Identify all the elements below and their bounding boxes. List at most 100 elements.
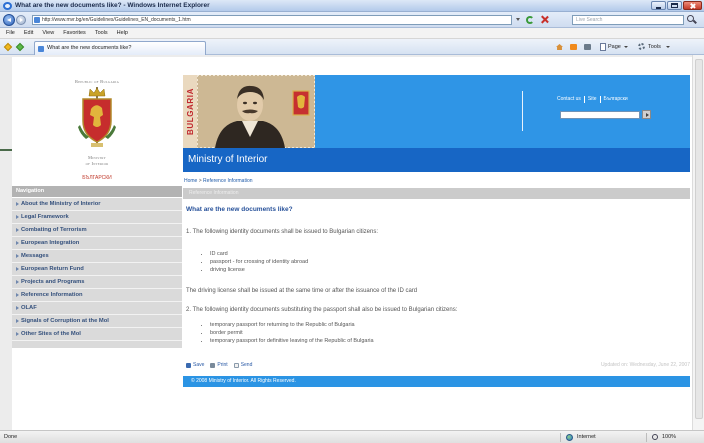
maximize-button[interactable] [667, 1, 682, 10]
search-icon-handle [693, 19, 697, 24]
nav-item-olaf[interactable]: OLAF [12, 302, 182, 315]
close-button[interactable] [683, 1, 702, 10]
section-title-bar: Reference Information [183, 188, 690, 199]
menu-tools[interactable]: Tools [95, 28, 108, 38]
nav-item-label: Projects and Programs [21, 279, 85, 285]
article-paragraph-1: 1. The following identity documents shal… [186, 229, 378, 235]
chevron-down-icon [624, 46, 628, 48]
nav-bullet-icon [16, 228, 19, 232]
nav-item-label: Legal Framework [21, 214, 69, 220]
refresh-icon[interactable] [526, 16, 534, 24]
nav-item-label: Combating of Terrorism [21, 227, 87, 233]
nav-bullet-icon [16, 306, 19, 310]
bulgaria-stamp: BULGARIA [183, 75, 197, 148]
security-zone[interactable]: Internet [577, 431, 596, 443]
search-box[interactable] [572, 15, 684, 25]
list-item: border permit [210, 329, 374, 337]
vertical-scrollbar[interactable] [692, 55, 704, 430]
window-title-bar[interactable]: What are the new documents like? - Windo… [0, 0, 704, 12]
nav-bullet-icon [16, 241, 19, 245]
scrollbar-thumb[interactable] [695, 59, 703, 419]
menu-favorites[interactable]: Favorites [63, 28, 86, 38]
add-favorite-icon[interactable] [15, 42, 25, 52]
language-link[interactable]: БЪЛГАРСКИ [12, 175, 182, 181]
print-icon [210, 363, 216, 368]
breadcrumb-current-link[interactable]: Reference Information [203, 178, 252, 184]
site-search-input[interactable] [560, 111, 640, 119]
coat-of-arms-logo[interactable] [77, 87, 117, 149]
page-menu-label: Page [608, 44, 621, 50]
forward-button[interactable] [16, 15, 26, 25]
arrow-right-icon [20, 18, 23, 22]
send-button[interactable]: Send [233, 362, 253, 369]
save-button[interactable]: Save [186, 362, 204, 369]
url-input[interactable] [42, 16, 502, 24]
breadcrumb-home-link[interactable]: Home [184, 178, 197, 184]
home-icon[interactable] [556, 44, 563, 50]
send-label: Send [240, 362, 253, 368]
window-title: What are the new documents like? - Windo… [15, 2, 210, 9]
browser-tab[interactable]: What are the new documents like? [34, 41, 206, 55]
arrow-right-icon [646, 113, 649, 117]
address-dropdown-icon[interactable] [516, 18, 520, 21]
page-favicon-icon [34, 17, 40, 23]
internet-explorer-icon [3, 2, 12, 10]
banner-links: Contact us Site Български [557, 96, 628, 103]
envelope-icon [233, 363, 239, 368]
status-text: Done [4, 434, 18, 440]
nav-item-projects-programs[interactable]: Projects and Programs [12, 276, 182, 289]
print-button[interactable]: Print [210, 362, 228, 369]
document-list-2: temporary passport for returning to the … [200, 321, 374, 345]
nav-bullet-icon [16, 293, 19, 297]
nav-item-legal-framework[interactable]: Legal Framework [12, 211, 182, 224]
site-search-button[interactable] [642, 110, 651, 119]
menu-help[interactable]: Help [117, 28, 128, 38]
status-divider [646, 433, 647, 442]
tools-menu-button[interactable]: Tools [636, 39, 676, 55]
nav-bullet-icon [16, 215, 19, 219]
nav-item-label: Signals of Corruption at the MoI [21, 318, 109, 324]
zoom-level[interactable]: 100% [662, 431, 676, 443]
nav-item-signals-corruption[interactable]: Signals of Corruption at the MoI [12, 315, 182, 328]
search-input[interactable] [576, 16, 676, 24]
tools-menu-label: Tools [648, 44, 661, 50]
nav-item-reference-information[interactable]: Reference Information [12, 289, 182, 302]
back-button[interactable] [3, 14, 15, 26]
nav-item-about[interactable]: About the Ministry of Interior [12, 198, 182, 211]
contact-us-link[interactable]: Contact us [557, 96, 581, 103]
address-bar[interactable] [32, 15, 512, 25]
tab-favicon-icon [38, 46, 44, 52]
nav-bullet-icon [16, 280, 19, 284]
bulgarian-language-link[interactable]: Български [599, 96, 628, 103]
tab-toolbar: What are the new documents like? Page To… [0, 39, 704, 55]
menu-bar: File Edit View Favorites Tools Help [0, 28, 704, 39]
list-item: passport - for crossing of identity abro… [210, 258, 308, 266]
nav-bullet-icon [16, 202, 19, 206]
menu-edit[interactable]: Edit [24, 28, 33, 38]
last-updated: Updated on: Wednesday, June 22, 2007 [600, 362, 690, 368]
nav-item-european-return-fund[interactable]: European Return Fund [12, 263, 182, 276]
nav-item-label: Reference Information [21, 292, 83, 298]
stop-icon[interactable] [540, 15, 549, 24]
print-icon[interactable] [584, 44, 591, 50]
nav-item-other-sites[interactable]: Other Sites of the MoI [12, 328, 182, 341]
nav-item-label: Other Sites of the MoI [21, 331, 81, 337]
banner-divider [522, 91, 523, 131]
nav-item-combating-terrorism[interactable]: Combating of Terrorism [12, 224, 182, 237]
zoom-icon[interactable] [652, 434, 658, 440]
nav-item-label: About the Ministry of Interior [21, 201, 101, 207]
minimize-button[interactable] [651, 1, 666, 10]
nav-item-european-integration[interactable]: European Integration [12, 237, 182, 250]
sidebar-nav: About the Ministry of Interior Legal Fra… [12, 198, 182, 348]
page-menu-button[interactable]: Page [598, 39, 632, 55]
site-map-link[interactable]: Site [583, 96, 597, 103]
feeds-icon[interactable] [570, 44, 577, 50]
menu-view[interactable]: View [42, 28, 54, 38]
list-item: temporary passport for definitive leavin… [210, 337, 374, 345]
minimize-icon [656, 7, 661, 9]
menu-file[interactable]: File [6, 28, 15, 38]
favorites-star-icon[interactable] [3, 42, 13, 52]
nav-item-messages[interactable]: Messages [12, 250, 182, 263]
nav-item-label: European Return Fund [21, 266, 84, 272]
list-item: ID card [210, 250, 308, 258]
